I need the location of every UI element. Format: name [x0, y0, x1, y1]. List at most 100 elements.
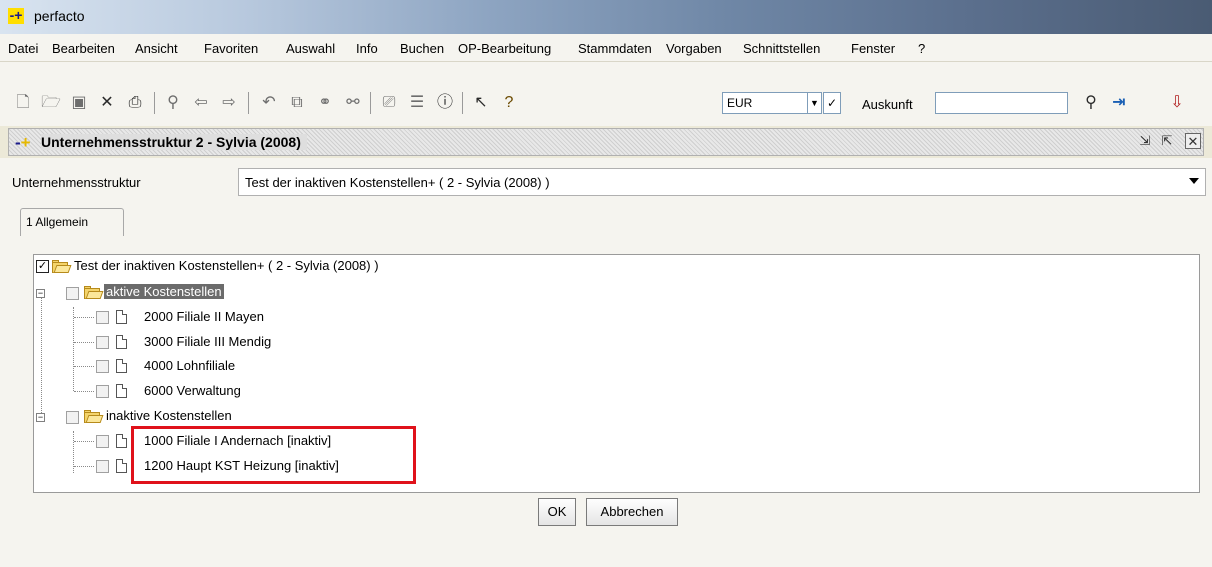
open-folder-icon — [84, 286, 104, 299]
open-folder-icon[interactable]: 🗁 — [40, 92, 62, 114]
tree-group-node[interactable]: − inaktive Kostenstellen — [36, 407, 296, 427]
menu-help[interactable]: ? — [918, 41, 925, 56]
document-icon — [116, 359, 127, 373]
chevron-down-icon[interactable]: ▼ — [808, 92, 822, 114]
item-checkbox[interactable] — [96, 460, 109, 473]
list-icon[interactable]: ☰ — [406, 92, 428, 114]
menu-auswahl[interactable]: Auswahl — [286, 41, 335, 56]
tree-connector — [74, 317, 94, 318]
app-logo-icon: -+ — [8, 7, 24, 24]
item-checkbox[interactable] — [96, 385, 109, 398]
tree-item-label: 6000 Verwaltung — [144, 383, 241, 398]
info-icon[interactable]: ⓘ — [434, 92, 456, 114]
tree-item[interactable]: 2000 Filiale II Mayen — [96, 308, 336, 328]
tree-item-label: 2000 Filiale II Mayen — [144, 309, 264, 324]
item-checkbox[interactable] — [96, 311, 109, 324]
tree-item-label: 3000 Filiale III Mendig — [144, 334, 272, 349]
maximize-icon[interactable]: ⇱ — [1159, 133, 1175, 149]
currency-value: EUR — [722, 92, 808, 114]
checkmark-icon[interactable]: ✓ — [823, 92, 841, 114]
app-title: perfacto — [34, 8, 85, 24]
restore-icon[interactable]: ⇲ — [1137, 133, 1153, 149]
menu-stammdaten[interactable]: Stammdaten — [578, 41, 652, 56]
tree-group-label: inaktive Kostenstellen — [106, 408, 232, 423]
group-checkbox[interactable] — [66, 411, 79, 424]
print-icon[interactable]: ⎙ — [124, 92, 146, 114]
chevron-down-icon[interactable] — [1189, 178, 1199, 184]
menu-vorgaben[interactable]: Vorgaben — [666, 41, 722, 56]
window-title: Unternehmensstruktur 2 - Sylvia (2008) — [41, 134, 307, 150]
tab-label: 1 Allgemein — [26, 215, 89, 229]
context-help-icon[interactable]: ↖ — [470, 92, 492, 114]
tree-group-node[interactable]: − aktive Kostenstellen — [36, 283, 296, 303]
document-icon — [116, 434, 127, 448]
tab-allgemein[interactable]: 1 Allgemein — [20, 208, 124, 236]
item-checkbox[interactable] — [96, 336, 109, 349]
back-arrow-icon[interactable]: ⇦ — [190, 92, 212, 114]
document-icon — [116, 335, 127, 349]
tree-item-label: 4000 Lohnfiliale — [144, 358, 236, 373]
unlink-icon[interactable]: ⚯ — [342, 92, 364, 114]
collapse-icon[interactable]: − — [36, 413, 45, 422]
content-area: Unternehmensstruktur Test der inaktiven … — [0, 158, 1212, 567]
inner-window-titlebar: -+ Unternehmensstruktur 2 - Sylvia (2008… — [8, 128, 1204, 156]
toolbar: 🗋 🗁 ▣ ✕ ⎙ ⚲ ⇦ ⇨ ↶ ⧉ ⚭ ⚯ ⎚ ☰ ⓘ ↖ ? EUR ▼ … — [0, 62, 1212, 126]
forward-arrow-icon[interactable]: ⇨ — [218, 92, 240, 114]
document-icon — [116, 384, 127, 398]
toolbar-separator — [248, 92, 249, 114]
query-icon[interactable]: ⎚ — [378, 92, 400, 114]
root-checkbox[interactable]: ✓ — [36, 260, 49, 273]
title-bar: -+ perfacto — [0, 0, 1212, 34]
close-icon[interactable]: ✕ — [1185, 133, 1201, 149]
binoculars-icon[interactable]: ⚲ — [1080, 92, 1102, 114]
menu-schnittstellen[interactable]: Schnittstellen — [743, 41, 820, 56]
tree-group-label: aktive Kostenstellen — [104, 284, 224, 299]
menu-fenster[interactable]: Fenster — [851, 41, 895, 56]
menu-datei[interactable]: Datei — [8, 41, 38, 56]
open-folder-icon — [52, 260, 72, 273]
tree-item[interactable]: 6000 Verwaltung — [96, 382, 336, 402]
toolbar-separator — [462, 92, 463, 114]
group-checkbox[interactable] — [66, 287, 79, 300]
delete-icon[interactable]: ✕ — [96, 92, 118, 114]
tree-connector — [73, 307, 74, 391]
collapse-icon[interactable]: − — [36, 289, 45, 298]
currency-select[interactable]: EUR ▼ ✓ — [722, 92, 841, 114]
find-icon[interactable]: ⚲ — [162, 92, 184, 114]
new-document-icon[interactable]: 🗋 — [12, 92, 34, 114]
ok-button[interactable]: OK — [538, 498, 576, 526]
structure-select-value: Test der inaktiven Kostenstellen+ ( 2 - … — [245, 175, 550, 190]
tree-connector — [74, 342, 94, 343]
auskunft-input[interactable] — [935, 92, 1068, 114]
undo-icon[interactable]: ↶ — [258, 92, 280, 114]
open-folder-icon — [84, 410, 104, 423]
menu-buchen[interactable]: Buchen — [400, 41, 444, 56]
tree-connector — [74, 441, 94, 442]
menu-bearbeiten[interactable]: Bearbeiten — [52, 41, 115, 56]
import-icon[interactable]: ⇩ — [1166, 92, 1188, 114]
structure-label: Unternehmensstruktur — [12, 175, 141, 190]
save-icon[interactable]: ▣ — [68, 92, 90, 114]
menu-favoriten[interactable]: Favoriten — [204, 41, 258, 56]
toolbar-separator — [370, 92, 371, 114]
tree-connector — [74, 466, 94, 467]
item-checkbox[interactable] — [96, 435, 109, 448]
go-to-end-icon[interactable]: ⇥ — [1108, 92, 1130, 114]
structure-select[interactable]: Test der inaktiven Kostenstellen+ ( 2 - … — [238, 168, 1206, 196]
tree-item[interactable]: 4000 Lohnfiliale — [96, 357, 336, 377]
link-icon[interactable]: ⚭ — [314, 92, 336, 114]
copy-icon[interactable]: ⧉ — [286, 92, 308, 114]
menu-op-bearbeitung[interactable]: OP-Bearbeitung — [458, 41, 551, 56]
document-icon — [116, 310, 127, 324]
item-checkbox[interactable] — [96, 360, 109, 373]
cancel-button[interactable]: Abbrechen — [586, 498, 678, 526]
tree-item[interactable]: 3000 Filiale III Mendig — [96, 333, 336, 353]
help-icon[interactable]: ? — [498, 92, 520, 114]
tree-root-node[interactable]: ✓ Test der inaktiven Kostenstellen+ ( 2 … — [36, 257, 496, 277]
tree-root-label: Test der inaktiven Kostenstellen+ ( 2 - … — [74, 258, 379, 273]
menu-info[interactable]: Info — [356, 41, 378, 56]
menu-ansicht[interactable]: Ansicht — [135, 41, 178, 56]
tree-connector — [74, 391, 94, 392]
window-logo-icon: -+ — [15, 133, 31, 152]
menu-bar: Datei Bearbeiten Ansicht Favoriten Auswa… — [0, 34, 1212, 62]
